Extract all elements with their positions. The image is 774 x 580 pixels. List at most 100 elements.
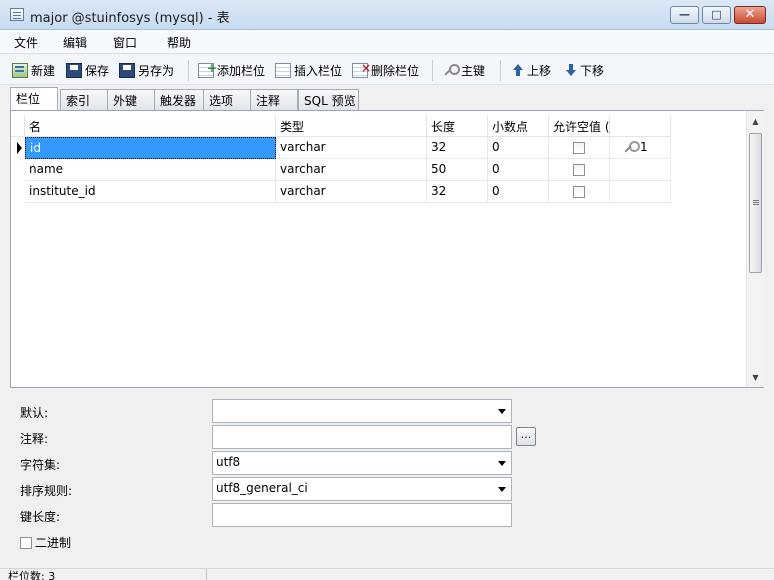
field-type-cell[interactable]: varchar — [276, 137, 427, 159]
field-decimals-cell[interactable]: 0 — [488, 137, 549, 159]
insert-field-label: 插入栏位 — [294, 63, 343, 78]
menu-file[interactable]: 文件 — [14, 34, 38, 51]
toolbar-separator — [500, 60, 501, 81]
primary-key-button[interactable]: 主键 — [442, 60, 485, 80]
table-row[interactable]: id varchar 32 0 1 — [11, 137, 671, 159]
save-label: 保存 — [85, 63, 110, 78]
toolbar: 新建 保存 另存为 添加栏位 插入栏位 删除栏位 主键 上移 下移 — [0, 55, 774, 85]
binary-checkbox-row[interactable]: 二进制 — [20, 534, 71, 551]
field-name-cell[interactable]: name — [25, 159, 276, 181]
fields-grid: 名 类型 长度 小数点 允许空值 ( id varchar 32 0 1 nam… — [10, 110, 764, 388]
primary-key-order: 1 — [640, 140, 648, 154]
status-divider — [206, 569, 207, 580]
collation-label: 排序规则: — [20, 484, 73, 498]
allow-null-checkbox[interactable] — [573, 186, 585, 198]
field-decimals-cell[interactable]: 0 — [488, 159, 549, 181]
minimize-button[interactable]: — — [670, 6, 699, 24]
tab-indexes[interactable]: 索引 — [60, 89, 108, 110]
column-header-allow-null[interactable]: 允许空值 ( — [549, 115, 610, 137]
primary-key-label: 主键 — [461, 63, 486, 78]
field-type-cell[interactable]: varchar — [276, 181, 427, 203]
close-button[interactable]: ✕ — [734, 6, 766, 24]
menu-edit[interactable]: 编辑 — [63, 34, 87, 51]
save-as-icon — [119, 62, 135, 78]
save-icon — [66, 62, 82, 78]
save-button[interactable]: 保存 — [66, 60, 109, 80]
binary-checkbox[interactable] — [20, 536, 32, 549]
save-as-button[interactable]: 另存为 — [119, 60, 174, 80]
key-length-field[interactable] — [212, 503, 512, 527]
field-key-cell[interactable]: 1 — [610, 137, 671, 159]
column-header-decimals[interactable]: 小数点 — [488, 115, 549, 137]
status-bar: 栏位数: 3 — [0, 568, 774, 580]
charset-value: utf8 — [216, 455, 241, 469]
scroll-thumb[interactable] — [749, 133, 762, 273]
move-up-button[interactable]: 上移 — [512, 60, 551, 80]
column-header-type[interactable]: 类型 — [276, 115, 427, 137]
column-header-name[interactable]: 名 — [25, 115, 276, 137]
delete-field-button[interactable]: 删除栏位 — [352, 60, 419, 80]
default-combo[interactable] — [212, 399, 512, 423]
field-decimals-cell[interactable]: 0 — [488, 181, 549, 203]
field-name-cell[interactable]: institute_id — [25, 181, 276, 203]
move-down-button[interactable]: 下移 — [565, 60, 604, 80]
current-row-icon — [11, 137, 25, 159]
field-length-cell[interactable]: 50 — [427, 159, 488, 181]
allow-null-checkbox[interactable] — [573, 142, 585, 154]
field-length-cell[interactable]: 32 — [427, 181, 488, 203]
grid-scrollbar[interactable]: ▲ ▼ — [746, 111, 764, 387]
field-key-cell[interactable] — [610, 181, 671, 203]
field-type-cell[interactable]: varchar — [276, 159, 427, 181]
field-name-cell[interactable]: id — [25, 137, 276, 159]
new-table-icon — [12, 62, 28, 78]
primary-key-marker: 1 — [622, 140, 648, 154]
save-as-label: 另存为 — [138, 63, 175, 78]
key-icon — [442, 63, 460, 78]
scroll-up-icon[interactable]: ▲ — [747, 113, 764, 130]
column-header-key[interactable] — [610, 115, 671, 137]
new-button[interactable]: 新建 — [12, 60, 55, 80]
field-count-status: 栏位数: 3 — [8, 570, 56, 580]
new-label: 新建 — [31, 63, 56, 78]
row-header-corner — [11, 115, 25, 137]
scroll-down-icon[interactable]: ▼ — [747, 369, 764, 386]
table-row[interactable]: institute_id varchar 32 0 — [11, 181, 671, 203]
tab-triggers[interactable]: 触发器 — [154, 89, 204, 110]
menu-help[interactable]: 帮助 — [167, 34, 191, 51]
add-field-button[interactable]: 添加栏位 — [198, 60, 265, 80]
allow-null-checkbox[interactable] — [573, 164, 585, 176]
minimize-icon: — — [679, 8, 690, 21]
add-field-icon — [198, 61, 217, 78]
tab-sql-preview[interactable]: SQL 预览 — [298, 89, 359, 110]
tab-options[interactable]: 选项 — [203, 89, 251, 110]
menu-window[interactable]: 窗口 — [113, 34, 137, 51]
field-allow-null-cell[interactable] — [549, 159, 610, 181]
insert-field-icon — [275, 62, 291, 78]
field-key-cell[interactable] — [610, 159, 671, 181]
tab-foreign-keys[interactable]: 外键 — [107, 89, 155, 110]
field-length-cell[interactable]: 32 — [427, 137, 488, 159]
menu-bar: 文件 编辑 窗口 帮助 — [0, 30, 774, 54]
field-properties: 默认: 注释: ... 字符集: utf8 排序规则: utf8_general… — [10, 392, 764, 564]
field-allow-null-cell[interactable] — [549, 181, 610, 203]
column-header-length[interactable]: 长度 — [427, 115, 488, 137]
tab-comment[interactable]: 注释 — [250, 89, 298, 110]
field-allow-null-cell[interactable] — [549, 137, 610, 159]
table-row[interactable]: name varchar 50 0 — [11, 159, 671, 181]
comment-label: 注释: — [20, 432, 49, 446]
grid-header: 名 类型 长度 小数点 允许空值 ( — [11, 115, 671, 137]
move-down-label: 下移 — [580, 63, 605, 78]
collation-combo[interactable]: utf8_general_ci — [212, 477, 512, 501]
window-title: major @stuinfosys (mysql) - 表 — [30, 11, 230, 26]
comment-edit-button[interactable]: ... — [516, 427, 536, 446]
maximize-button[interactable]: □ — [702, 6, 731, 24]
insert-field-button[interactable]: 插入栏位 — [275, 60, 342, 80]
charset-combo[interactable]: utf8 — [212, 451, 512, 475]
key-length-label: 键长度: — [20, 510, 61, 524]
charset-label: 字符集: — [20, 458, 61, 472]
chevron-down-icon — [498, 409, 506, 414]
tab-fields[interactable]: 栏位 — [10, 87, 58, 110]
comment-field[interactable] — [212, 425, 512, 449]
maximize-icon: □ — [711, 8, 722, 21]
add-field-label: 添加栏位 — [217, 63, 266, 78]
